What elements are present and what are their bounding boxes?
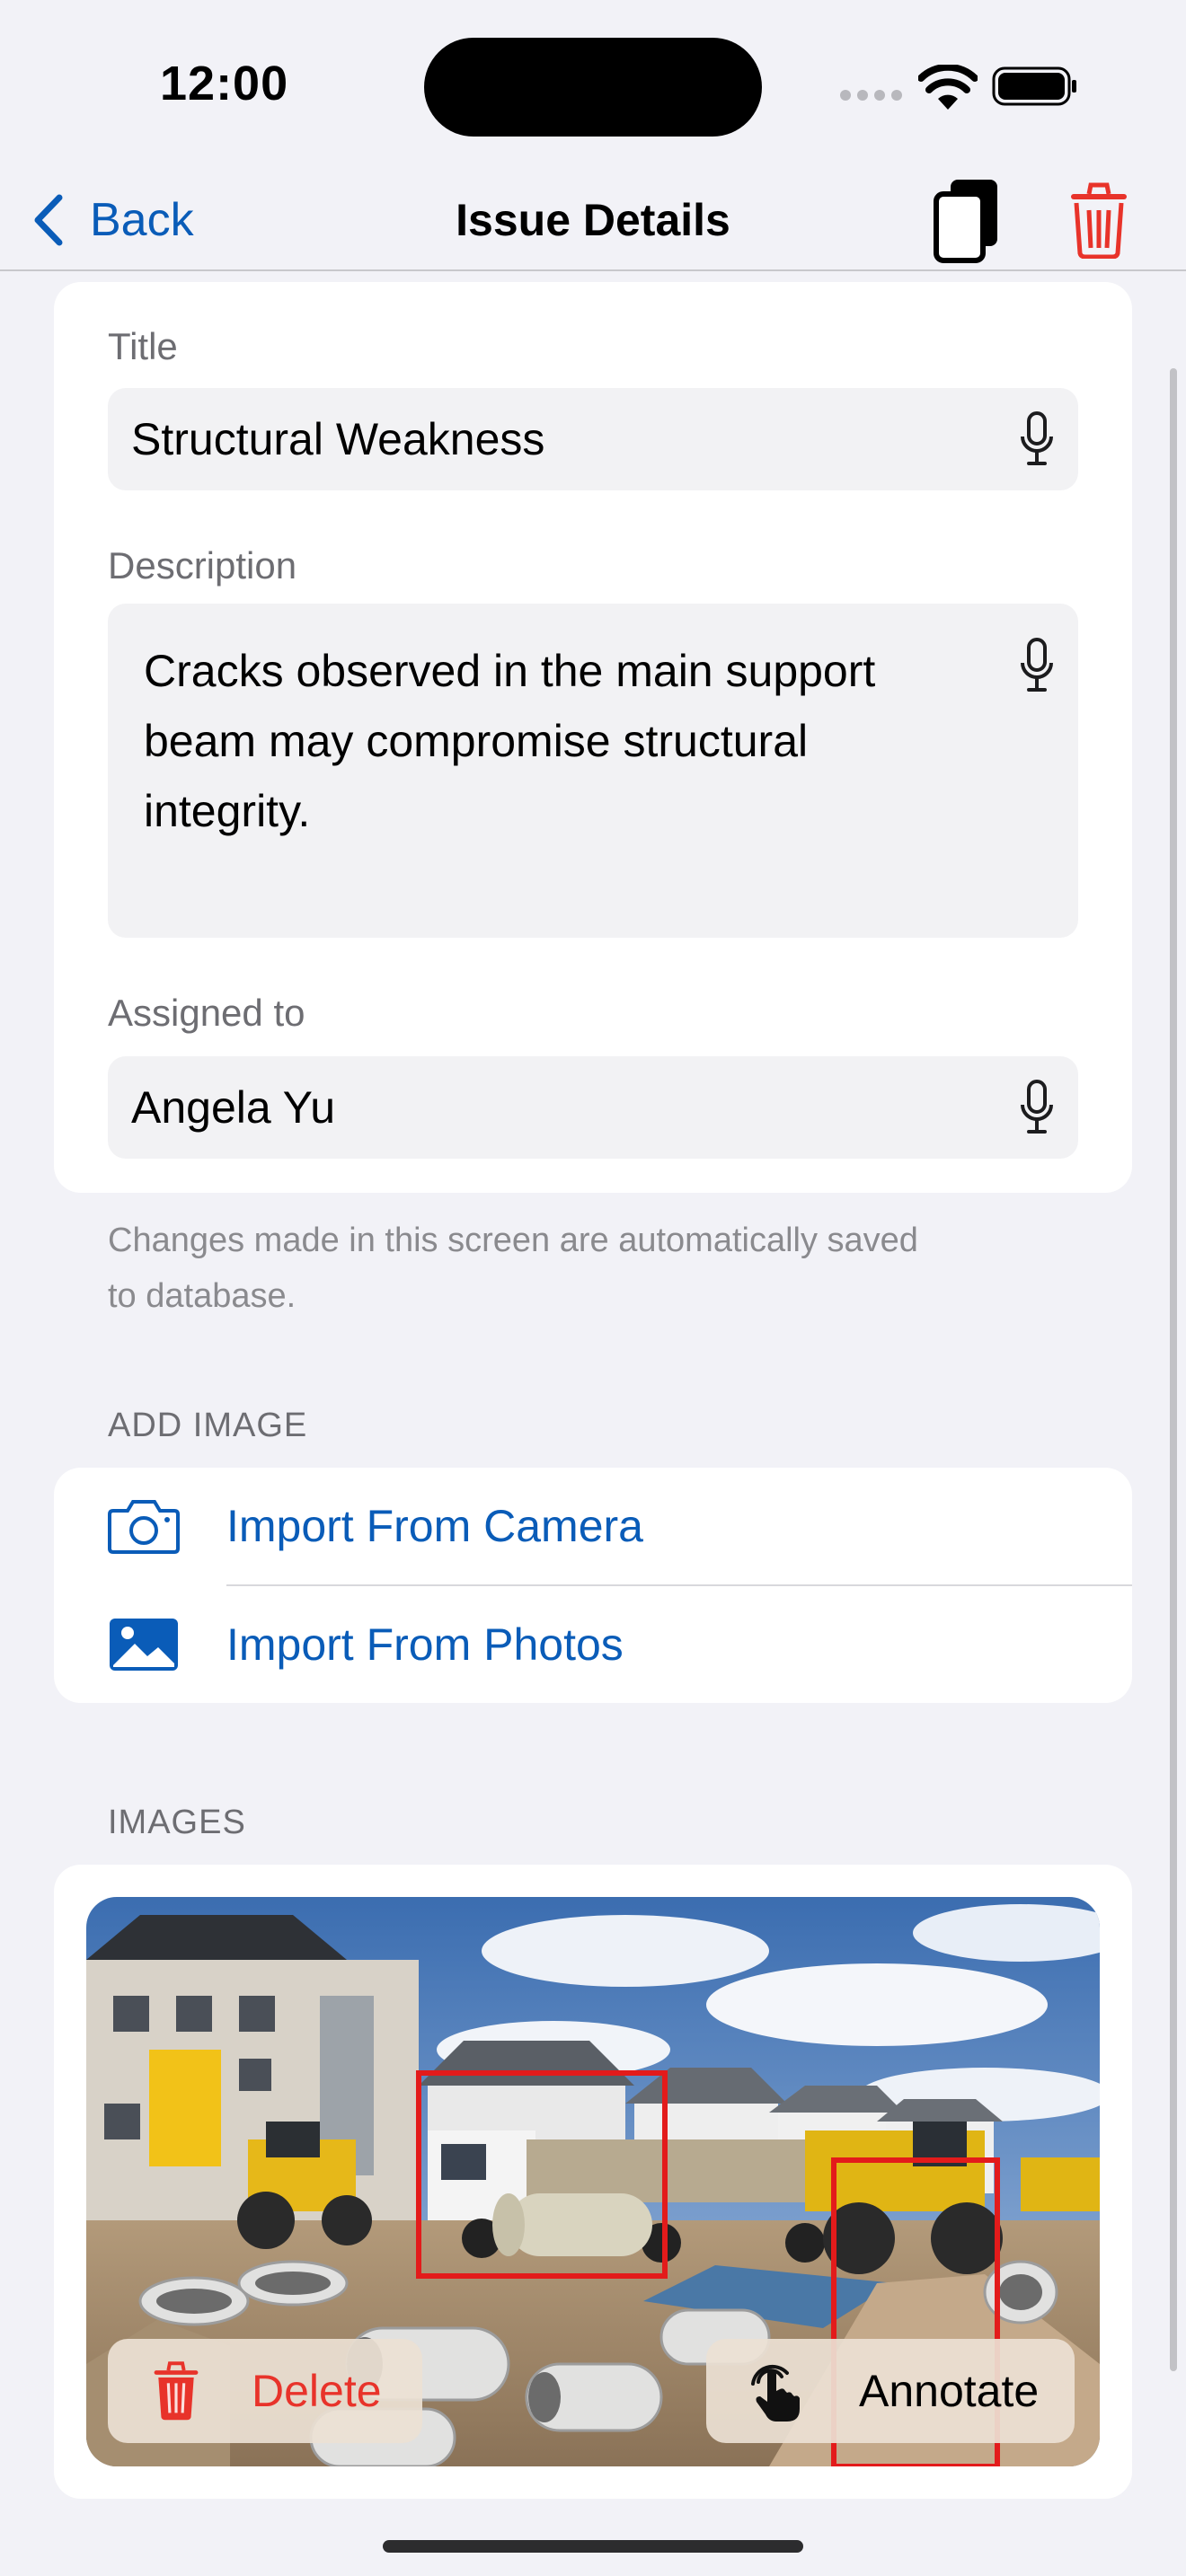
home-indicator[interactable] xyxy=(383,2540,803,2553)
scrollbar[interactable] xyxy=(1170,368,1177,2371)
description-line-3: integrity. xyxy=(144,786,311,836)
title-field[interactable]: Structural Weakness xyxy=(108,388,1078,490)
assigned-to-label: Assigned to xyxy=(108,992,305,1034)
description-line-2: beam may compromise structural xyxy=(144,716,809,766)
chevron-left-icon xyxy=(34,194,63,246)
navigation-bar: Issue Details Back xyxy=(0,171,1186,271)
annotate-label: Annotate xyxy=(859,2366,1040,2416)
battery-icon xyxy=(992,66,1076,106)
import-from-photos-button[interactable]: Import From Photos xyxy=(54,1586,1132,1703)
microphone-icon[interactable] xyxy=(1019,1080,1055,1135)
back-button[interactable]: Back xyxy=(31,171,194,269)
copy-icon[interactable] xyxy=(931,178,1001,264)
autosave-footnote: Changes made in this screen are automati… xyxy=(108,1213,1006,1324)
trash-icon[interactable] xyxy=(1069,181,1128,259)
footnote-line-1: Changes made in this screen are automati… xyxy=(108,1222,918,1259)
title-label: Title xyxy=(108,325,178,367)
assigned-to-field[interactable]: Angela Yu xyxy=(108,1056,1078,1159)
details-card: Title Structural Weakness Description Cr… xyxy=(54,282,1132,1193)
delete-label: Delete xyxy=(252,2366,382,2416)
trash-icon xyxy=(154,2361,199,2421)
back-label: Back xyxy=(90,194,194,246)
add-image-card: Import From Camera Import From Photos xyxy=(54,1468,1132,1703)
site-photo[interactable]: Delete Annotate xyxy=(86,1897,1100,2466)
wifi-icon xyxy=(918,65,978,110)
description-label: Description xyxy=(108,544,297,587)
microphone-icon[interactable] xyxy=(1019,638,1055,693)
annotate-image-button[interactable]: Annotate xyxy=(706,2339,1075,2443)
hand-tap-icon xyxy=(751,2364,800,2422)
assigned-to-value: Angela Yu xyxy=(131,1082,336,1133)
microphone-icon[interactable] xyxy=(1019,411,1055,467)
images-card: Delete Annotate xyxy=(54,1865,1132,2499)
footnote-line-2: to database. xyxy=(108,1277,296,1315)
delete-image-button[interactable]: Delete xyxy=(108,2339,422,2443)
description-field[interactable]: Cracks observed in the main support beam… xyxy=(108,604,1078,938)
add-image-header: ADD IMAGE xyxy=(108,1407,308,1444)
cellular-signal-icon xyxy=(840,90,903,102)
title-value: Structural Weakness xyxy=(131,414,545,464)
images-header: IMAGES xyxy=(108,1804,246,1841)
import-from-photos-label: Import From Photos xyxy=(226,1619,624,1670)
dynamic-island xyxy=(424,38,762,137)
import-from-camera-label: Import From Camera xyxy=(226,1501,643,1551)
status-time: 12:00 xyxy=(160,57,289,110)
description-line-1: Cracks observed in the main support xyxy=(144,646,876,696)
status-bar: 12:00 xyxy=(0,0,1186,171)
photo-icon xyxy=(110,1619,178,1671)
camera-icon xyxy=(108,1500,180,1554)
import-from-camera-button[interactable]: Import From Camera xyxy=(54,1468,1132,1586)
